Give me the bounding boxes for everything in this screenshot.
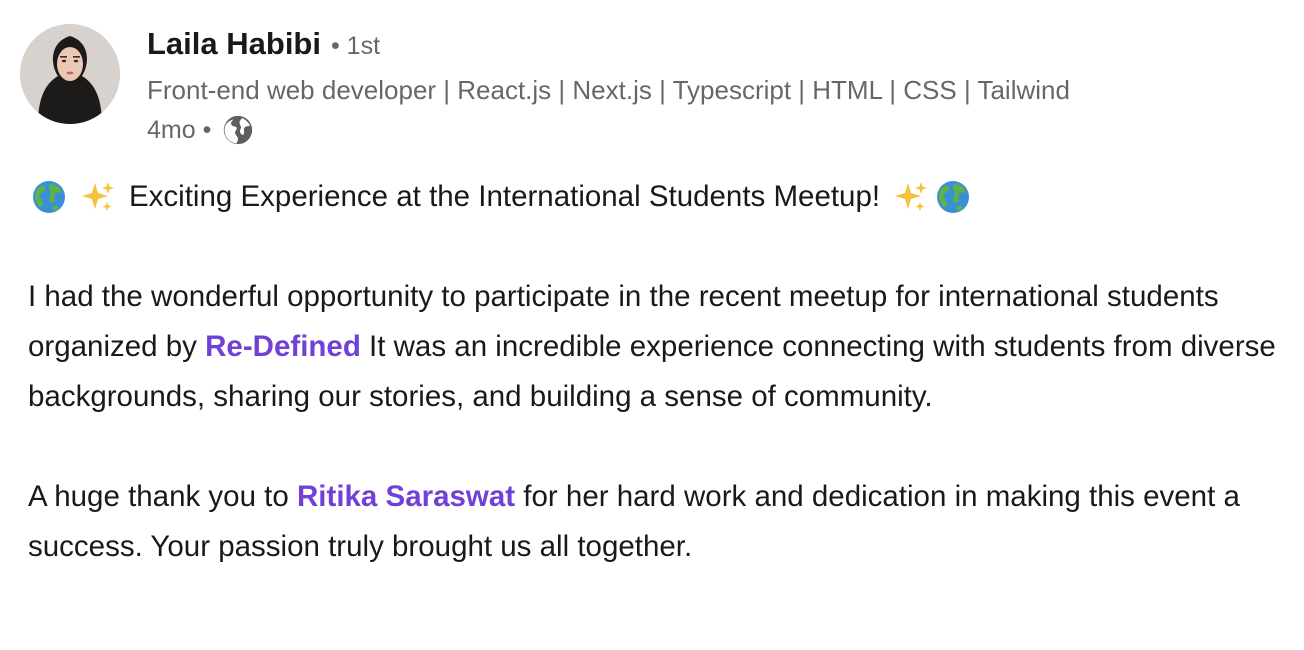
globe-icon — [221, 113, 255, 147]
mention-ritika-saraswat[interactable]: Ritika Saraswat — [297, 480, 515, 513]
post-title: Exciting Experience at the International… — [129, 180, 881, 213]
author-name[interactable]: Laila Habibi — [147, 26, 321, 62]
connection-degree: • 1st — [330, 32, 381, 60]
post-paragraph-2: A huge thank you to Ritika Saraswat for … — [28, 472, 1288, 572]
author-meta: Laila Habibi • 1st Front-end web develop… — [147, 26, 1070, 150]
post-timestamp: 4mo • — [147, 115, 212, 144]
name-row: Laila Habibi • 1st — [147, 26, 1070, 70]
post-title-line: Exciting Experience at the International… — [31, 172, 1288, 222]
author-headline: Front-end web developer | React.js | Nex… — [147, 75, 1070, 105]
globe-emoji-icon — [935, 179, 971, 215]
mention-re-defined[interactable]: Re-Defined — [205, 330, 361, 363]
sparkles-emoji-icon — [893, 179, 929, 215]
post-header: Laila Habibi • 1st Front-end web develop… — [20, 24, 1280, 154]
avatar[interactable] — [20, 24, 120, 124]
avatar-image — [20, 24, 120, 124]
globe-emoji-icon — [31, 179, 67, 215]
sparkles-emoji-icon — [80, 179, 116, 215]
post-time-row: 4mo • — [147, 110, 1070, 150]
paragraph-2-text-before: A huge thank you to — [28, 480, 297, 513]
post-body: Exciting Experience at the International… — [28, 172, 1288, 622]
post-paragraph-1: I had the wonderful opportunity to parti… — [28, 272, 1288, 422]
